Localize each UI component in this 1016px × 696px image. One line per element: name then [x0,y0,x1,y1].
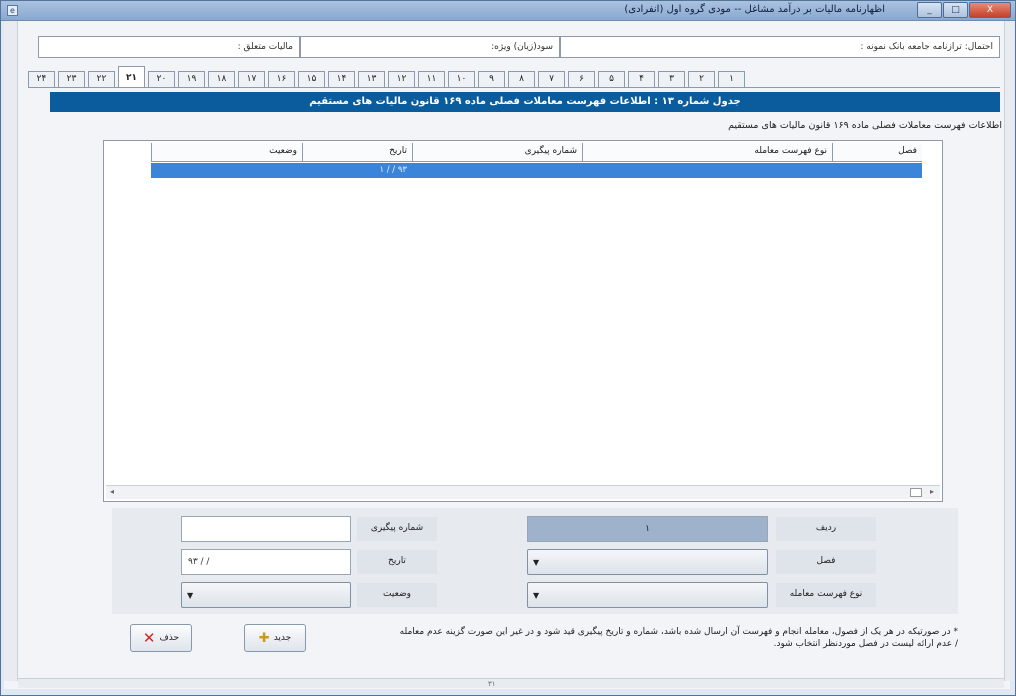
tab-18[interactable]: ۷ [538,71,565,87]
tab-23[interactable]: ۲ [688,71,715,87]
tab-7[interactable]: ۱۸ [208,71,235,87]
cell-list-type [582,163,832,178]
tab-22[interactable]: ۳ [658,71,685,87]
delete-label: حذف [159,633,180,643]
tab-12[interactable]: ۱۳ [358,71,385,87]
window-title: اظهارنامه مالیات بر درآمد مشاغل -- مودی … [624,4,885,15]
new-button[interactable]: ✚ جدید [244,624,306,652]
scroll-left-icon[interactable]: ◂ [110,487,114,496]
tab-5[interactable]: ۲۰ [148,71,175,87]
new-record-icon: ✚ [258,630,270,646]
tab-14[interactable]: ۱۱ [418,71,445,87]
left-scrollbar[interactable] [4,21,18,681]
tab-3[interactable]: ۲۲ [88,71,115,87]
tab-4[interactable]: ۲۱ [118,66,145,87]
cell-season [832,163,922,178]
bottom-scrollbar[interactable]: ۳۱ [18,678,1004,688]
close-button[interactable]: X [969,2,1011,18]
tab-9[interactable]: ۱۶ [268,71,295,87]
date-input[interactable]: ۹۳ / / [181,549,351,575]
tab-13[interactable]: ۱۲ [388,71,415,87]
tab-21[interactable]: ۴ [628,71,655,87]
list-type-select[interactable]: ▼ [527,582,768,608]
new-label: جدید [273,633,292,643]
tab-8[interactable]: ۱۷ [238,71,265,87]
title-bar[interactable]: e اظهارنامه مالیات بر درآمد مشاغل -- مود… [1,1,1015,21]
chevron-down-icon[interactable]: ▼ [187,591,193,600]
scroll-thumb[interactable] [910,488,922,497]
tab-10[interactable]: ۱۵ [298,71,325,87]
tab-1[interactable]: ۲۴ [28,71,55,87]
grid-header: فصل نوع فهرست معامله شماره پیگیری تاریخ … [151,143,922,162]
window-controls: _ □ X [917,2,1011,18]
list-type-label: نوع فهرست معامله [776,583,876,607]
status-select[interactable]: ▼ [181,582,351,608]
tracking-label: شماره پیگیری [357,517,437,541]
status-label: وضعیت [357,583,437,607]
tab-2[interactable]: ۲۳ [58,71,85,87]
col-season[interactable]: فصل [832,143,922,161]
summary-fields: احتمال: ترازنامه جامعه بانک نمونه : سود(… [38,36,1000,58]
delete-button[interactable]: ✕ حذف [130,624,192,652]
tab-17[interactable]: ۸ [508,71,535,87]
tab-6[interactable]: ۱۹ [178,71,205,87]
tab-24[interactable]: ۱ [718,71,745,87]
minimize-button[interactable]: _ [917,2,942,18]
tab-19[interactable]: ۶ [568,71,595,87]
tab-15[interactable]: ۱۰ [448,71,475,87]
col-list-type[interactable]: نوع فهرست معامله [582,143,832,161]
cell-date: ۹۳ / / ۱ [379,165,407,175]
tab-11[interactable]: ۱۴ [328,71,355,87]
total-income-field: احتمال: ترازنامه جامعه بانک نمونه : [560,36,1000,58]
chevron-down-icon[interactable]: ▼ [533,591,539,600]
col-date[interactable]: تاریخ [302,143,412,161]
row-number-field: ۱ [527,516,768,542]
date-label: تاریخ [357,550,437,574]
season-label: فصل [776,550,876,574]
tracking-number-input[interactable] [181,516,351,542]
cell-tracking [412,163,582,178]
transactions-grid[interactable]: فصل نوع فهرست معامله شماره پیگیری تاریخ … [103,140,943,502]
app-icon[interactable]: e [7,5,18,16]
table-banner: جدول شماره ۱۳ : اطلاعات فهرست معاملات فص… [50,92,1000,112]
delete-icon: ✕ [142,629,156,647]
section-tabs: ۲۴ ۲۳ ۲۲ ۲۱ ۲۰ ۱۹ ۱۸ ۱۷ ۱۶ ۱۵ ۱۴ ۱۳ ۱۲ ۱۱ ۱۰ ۹ ۸ ۷ ۶ ۵ ۴ ۳ ۲ ۱ [28,66,1000,88]
help-note: * در صورتیکه در هر یک از فصول، معامله ان… [399,627,958,649]
col-tracking[interactable]: شماره پیگیری [412,143,582,161]
section-subtitle: اطلاعات فهرست معاملات فصلی ماده ۱۶۹ قانو… [728,120,1002,131]
scroll-right-icon[interactable]: ▸ [930,487,934,496]
season-select[interactable]: ▼ [527,549,768,575]
grid-horizontal-scrollbar[interactable]: ◂ ▸ [106,485,940,499]
right-scrollbar[interactable] [1004,21,1014,681]
row-label: ردیف [776,517,876,541]
table-row[interactable]: ۹۳ / / ۱ [151,163,922,178]
chevron-down-icon[interactable]: ▼ [533,558,539,567]
tab-20[interactable]: ۵ [598,71,625,87]
page-indicator: ۳۱ [488,680,496,688]
tax-due-field: مالیات متعلق : [38,36,300,58]
col-status[interactable]: وضعیت [151,143,302,161]
tab-16[interactable]: ۹ [478,71,505,87]
taxable-profit-field: سود(زیان) ویژه: [300,36,560,58]
cell-status [151,163,302,178]
maximize-button[interactable]: □ [943,2,968,18]
